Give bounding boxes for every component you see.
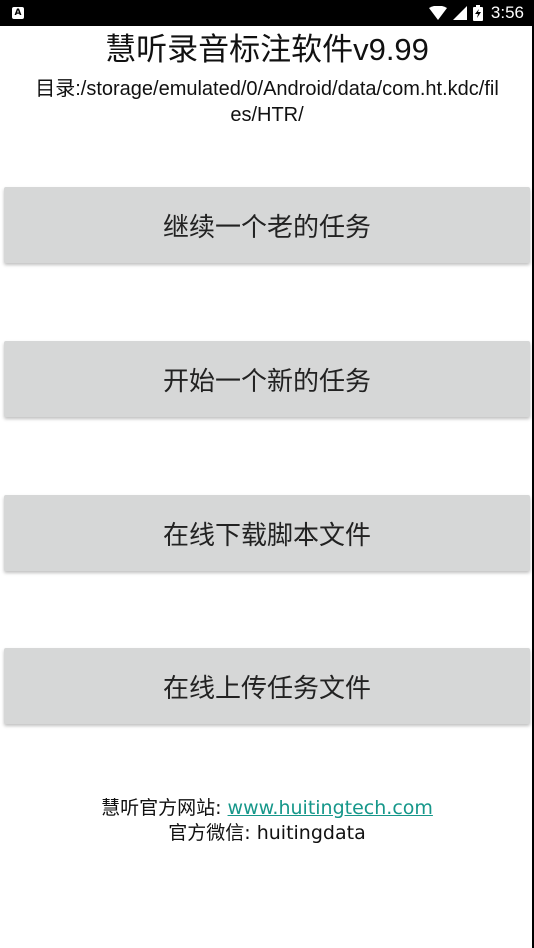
website-line: 慧听官方网站: www.huitingtech.com: [0, 796, 534, 821]
status-icons: 3:56: [428, 0, 524, 26]
continue-task-button[interactable]: 继续一个老的任务: [4, 187, 530, 263]
wechat-line: 官方微信: huitingdata: [0, 821, 534, 846]
website-link[interactable]: www.huitingtech.com: [228, 797, 433, 819]
wechat-id: huitingdata: [256, 822, 366, 844]
signal-icon: [452, 6, 467, 20]
android-a-icon: A: [12, 7, 24, 19]
footer: 慧听官方网站: www.huitingtech.com 官方微信: huitin…: [0, 796, 534, 846]
directory-path: 目录:/storage/emulated/0/Android/data/com.…: [35, 78, 499, 126]
battery-charging-icon: [472, 5, 483, 21]
website-label: 慧听官方网站:: [101, 797, 228, 819]
new-task-button[interactable]: 开始一个新的任务: [4, 341, 530, 417]
status-bar: A 3:56: [0, 0, 534, 26]
wifi-icon: [428, 6, 447, 20]
download-scripts-button[interactable]: 在线下载脚本文件: [4, 495, 530, 571]
upload-tasks-button[interactable]: 在线上传任务文件: [4, 648, 530, 724]
app-title: 慧听录音标注软件v9.99: [105, 32, 429, 67]
wechat-label: 官方微信:: [168, 822, 257, 844]
status-time: 3:56: [490, 3, 524, 22]
